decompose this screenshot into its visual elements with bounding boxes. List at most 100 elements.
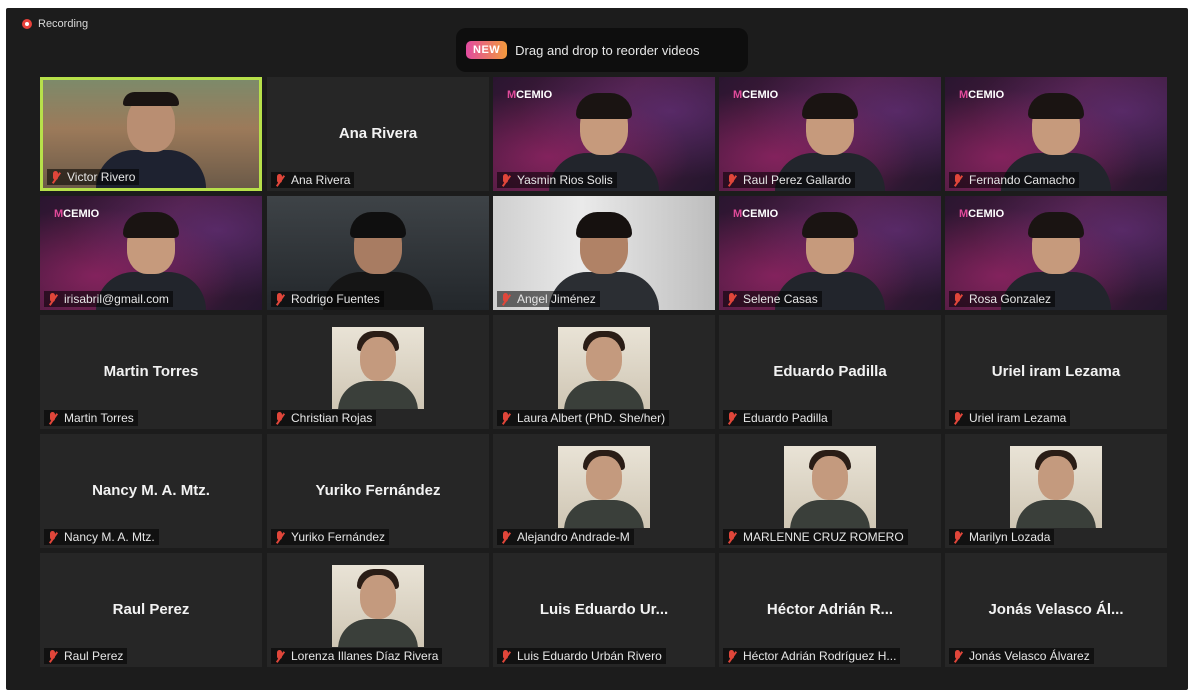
participant-tile[interactable]: Ana Rivera Ana Rivera bbox=[267, 77, 489, 191]
participant-name-label: Yuriko Fernández bbox=[271, 529, 390, 545]
participant-name: Raul Perez bbox=[64, 649, 124, 663]
participant-name: Martin Torres bbox=[64, 411, 134, 425]
participant-display-name: Luis Eduardo Ur... bbox=[539, 601, 669, 618]
participant-tile[interactable]: MCEMIO Selene Casas bbox=[719, 196, 941, 310]
participant-tile[interactable]: MARLENNE CRUZ ROMERO bbox=[719, 434, 941, 548]
participant-tile[interactable]: Luis Eduardo Ur... Luis Eduardo Urbán Riv… bbox=[493, 553, 715, 667]
participant-tile[interactable]: Uriel iram Lezama Uriel iram Lezama bbox=[945, 315, 1167, 429]
muted-mic-icon bbox=[274, 649, 286, 663]
participant-name: irisabril@gmail.com bbox=[64, 292, 169, 306]
participant-tile[interactable]: Héctor Adrián R... Héctor Adrián Rodrígue… bbox=[719, 553, 941, 667]
cemio-logo-icon: MCEMIO bbox=[733, 89, 779, 101]
participant-name-label: Eduardo Padilla bbox=[723, 410, 832, 426]
participant-name-label: Uriel iram Lezama bbox=[949, 410, 1071, 426]
participant-tile[interactable]: MCEMIO Fernando Camacho bbox=[945, 77, 1167, 191]
participant-display-name: Ana Rivera bbox=[338, 125, 418, 142]
participant-tile[interactable]: Yuriko Fernández Yuriko Fernández bbox=[267, 434, 489, 548]
muted-mic-icon bbox=[726, 649, 738, 663]
muted-mic-icon bbox=[500, 292, 512, 306]
participant-tile[interactable]: Marilyn Lozada bbox=[945, 434, 1167, 548]
participant-tile[interactable]: MCEMIO irisabril@gmail.com bbox=[40, 196, 262, 310]
participant-name: Héctor Adrián Rodríguez H... bbox=[743, 649, 897, 663]
profile-picture bbox=[332, 565, 424, 647]
participant-name: Uriel iram Lezama bbox=[969, 411, 1067, 425]
participant-tile[interactable]: Christian Rojas bbox=[267, 315, 489, 429]
participant-name: Alejandro Andrade-M bbox=[517, 530, 630, 544]
participant-tile[interactable]: Lorenza Illanes Díaz Rivera bbox=[267, 553, 489, 667]
participant-name-label: Victor Rivero bbox=[47, 169, 140, 185]
participant-name-label: irisabril@gmail.com bbox=[44, 291, 173, 307]
participant-name-label: Martin Torres bbox=[44, 410, 138, 426]
participant-name-label: Jonás Velasco Álvarez bbox=[949, 648, 1094, 664]
profile-picture bbox=[558, 446, 650, 528]
profile-picture bbox=[1010, 446, 1102, 528]
participant-display-name: Héctor Adrián R... bbox=[766, 601, 894, 618]
participant-name: MARLENNE CRUZ ROMERO bbox=[743, 530, 904, 544]
muted-mic-icon bbox=[47, 530, 59, 544]
recording-label: Recording bbox=[38, 18, 89, 30]
participant-name: Victor Rivero bbox=[67, 170, 136, 184]
participant-tile[interactable]: Laura Albert (PhD. She/her) bbox=[493, 315, 715, 429]
muted-mic-icon bbox=[47, 292, 59, 306]
muted-mic-icon bbox=[500, 649, 512, 663]
participant-name: Rodrigo Fuentes bbox=[291, 292, 380, 306]
reorder-tip-banner: NEW Drag and drop to reorder videos bbox=[456, 28, 748, 72]
cemio-logo-icon: MCEMIO bbox=[959, 89, 1005, 101]
muted-mic-icon bbox=[274, 530, 286, 544]
muted-mic-icon bbox=[274, 292, 286, 306]
participant-tile[interactable]: MCEMIO Raul Perez Gallardo bbox=[719, 77, 941, 191]
participant-name-label: Selene Casas bbox=[723, 291, 822, 307]
participant-display-name: Nancy M. A. Mtz. bbox=[92, 482, 210, 499]
muted-mic-icon bbox=[726, 173, 738, 187]
muted-mic-icon bbox=[952, 173, 964, 187]
participant-name-label: Lorenza Illanes Díaz Rivera bbox=[271, 648, 443, 664]
participant-name-label: Laura Albert (PhD. She/her) bbox=[497, 410, 670, 426]
participant-name: Laura Albert (PhD. She/her) bbox=[517, 411, 666, 425]
profile-picture bbox=[784, 446, 876, 528]
participant-name-label: Luis Eduardo Urbán Rivero bbox=[497, 648, 666, 664]
participant-tile[interactable]: Eduardo Padilla Eduardo Padilla bbox=[719, 315, 941, 429]
muted-mic-icon bbox=[952, 530, 964, 544]
participant-name-label: Fernando Camacho bbox=[949, 172, 1080, 188]
muted-mic-icon bbox=[500, 411, 512, 425]
participant-tile[interactable]: MCEMIO Rosa Gonzalez bbox=[945, 196, 1167, 310]
participant-tile[interactable]: Nancy M. A. Mtz. Nancy M. A. Mtz. bbox=[40, 434, 262, 548]
participant-name-label: Héctor Adrián Rodríguez H... bbox=[723, 648, 901, 664]
muted-mic-icon bbox=[500, 530, 512, 544]
participant-display-name: Uriel iram Lezama bbox=[991, 363, 1121, 380]
participant-name-label: Nancy M. A. Mtz. bbox=[44, 529, 159, 545]
participant-tile[interactable]: Jonás Velasco Ál... Jonás Velasco Álvarez bbox=[945, 553, 1167, 667]
muted-mic-icon bbox=[952, 292, 964, 306]
participant-tile[interactable]: MCEMIO Yasmin Rios Solis bbox=[493, 77, 715, 191]
cemio-logo-icon: MCEMIO bbox=[507, 89, 553, 101]
muted-mic-icon bbox=[50, 170, 62, 184]
cemio-logo-icon: MCEMIO bbox=[733, 208, 779, 220]
muted-mic-icon bbox=[726, 411, 738, 425]
profile-picture bbox=[558, 327, 650, 409]
participant-tile[interactable]: Victor Rivero bbox=[40, 77, 262, 191]
muted-mic-icon bbox=[274, 411, 286, 425]
participant-tile[interactable]: Alejandro Andrade-M bbox=[493, 434, 715, 548]
muted-mic-icon bbox=[47, 411, 59, 425]
banner-text: Drag and drop to reorder videos bbox=[515, 42, 700, 58]
muted-mic-icon bbox=[726, 292, 738, 306]
participant-name-label: Christian Rojas bbox=[271, 410, 377, 426]
participant-tile[interactable]: Rodrigo Fuentes bbox=[267, 196, 489, 310]
participant-name-label: Rodrigo Fuentes bbox=[271, 291, 384, 307]
participant-name: Nancy M. A. Mtz. bbox=[64, 530, 155, 544]
muted-mic-icon bbox=[500, 173, 512, 187]
cemio-logo-icon: MCEMIO bbox=[959, 208, 1005, 220]
participant-tile[interactable]: Martin Torres Martin Torres bbox=[40, 315, 262, 429]
participant-tile[interactable]: Angel Jiménez bbox=[493, 196, 715, 310]
participant-name: Yuriko Fernández bbox=[291, 530, 386, 544]
participant-name-label: Alejandro Andrade-M bbox=[497, 529, 634, 545]
participant-name: Angel Jiménez bbox=[517, 292, 596, 306]
participant-tile[interactable]: Raul Perez Raul Perez bbox=[40, 553, 262, 667]
participant-display-name: Raul Perez bbox=[112, 601, 190, 618]
participant-name: Luis Eduardo Urbán Rivero bbox=[517, 649, 662, 663]
participant-name: Yasmin Rios Solis bbox=[517, 173, 613, 187]
participant-name: Selene Casas bbox=[743, 292, 818, 306]
muted-mic-icon bbox=[726, 530, 738, 544]
recording-indicator[interactable]: Recording bbox=[22, 18, 88, 30]
participant-name: Fernando Camacho bbox=[969, 173, 1076, 187]
